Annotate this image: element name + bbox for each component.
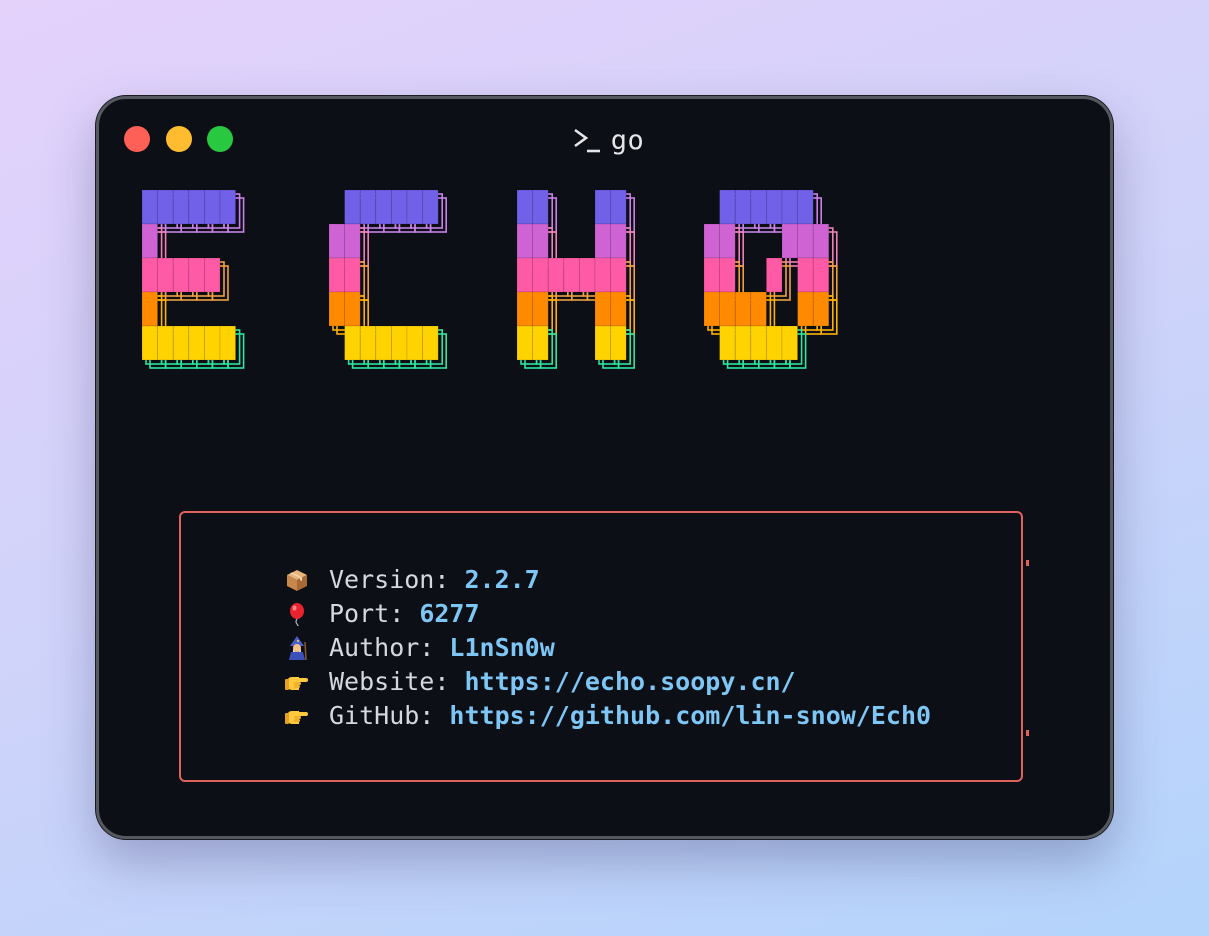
package-icon [287,570,307,591]
info-lines: Version: 2.2.7 Port: 6277 Author: L1nSn0… [285,563,931,733]
balloon-icon [290,603,304,626]
website-line: Website: https://echo.soopy.cn/ [285,665,931,699]
logo-letter-0 [703,189,838,369]
version-line: Version: 2.2.7 [285,563,931,597]
logo-letter-c [328,189,448,369]
pointing-hand-icon [285,677,308,690]
logo-letter-e [141,189,245,369]
logo-letter-h [516,189,635,369]
version-value: 2.2.7 [464,565,540,594]
mage-icon [289,636,307,660]
github-line: GitHub: https://github.com/lin-snow/Ech0 [285,699,931,733]
terminal-window: go Version: 2.2.7 Port: 6277 Author: L1n… [96,96,1113,839]
author-line: Author: L1nSn0w [285,631,931,665]
port-line: Port: 6277 [285,597,931,631]
author-value: L1nSn0w [449,633,555,662]
pointing-hand-icon [285,711,308,724]
port-value: 6277 [419,599,480,628]
ascii-logo [141,189,838,369]
github-link[interactable]: https://github.com/lin-snow/Ech0 [449,701,931,730]
website-link[interactable]: https://echo.soopy.cn/ [464,667,795,696]
